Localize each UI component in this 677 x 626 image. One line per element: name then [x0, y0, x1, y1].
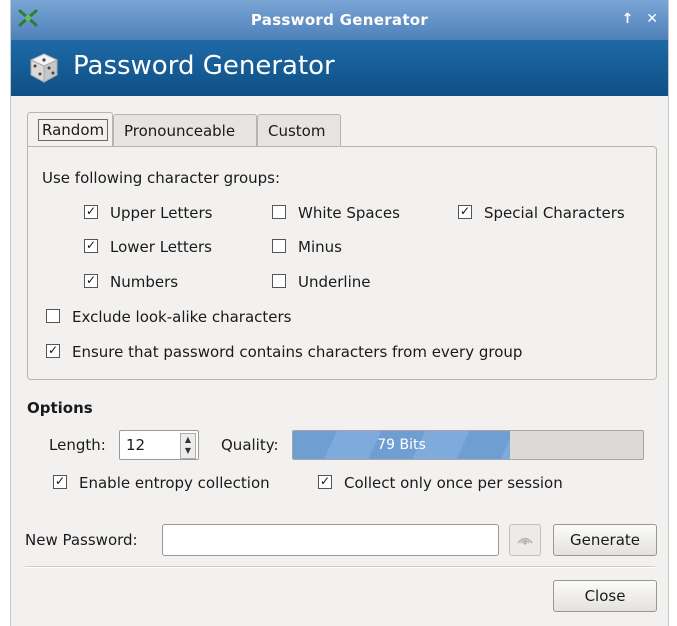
options-heading: Options [27, 399, 93, 417]
spin-arrows[interactable]: ▲ ▼ [180, 433, 196, 459]
collect-once-checkbox[interactable]: Collect only once per session [318, 474, 563, 492]
minus-label: Minus [298, 238, 342, 256]
dice-icon [29, 53, 59, 83]
window-title: Password Generator [250, 11, 429, 29]
special-characters-checkbox[interactable]: Special Characters [458, 204, 625, 222]
separator [25, 566, 655, 568]
spin-down-icon[interactable]: ▼ [181, 445, 195, 456]
quality-label: Quality: [221, 436, 279, 454]
upper-letters-label: Upper Letters [110, 204, 213, 222]
upper-letters-checkbox[interactable]: Upper Letters [84, 204, 212, 222]
underline-label: Underline [298, 273, 371, 291]
close-button[interactable]: Close [553, 580, 657, 612]
close-icon[interactable]: ✕ [646, 11, 658, 27]
random-tab-panel: Use following character groups: Upper Le… [27, 146, 657, 380]
show-password-button[interactable] [509, 524, 541, 556]
length-label: Length: [49, 436, 106, 454]
new-password-label: New Password: [25, 531, 138, 549]
banner-title: Password Generator [73, 51, 335, 81]
underline-checkbox[interactable]: Underline [272, 273, 370, 291]
generate-button[interactable]: Generate [553, 524, 657, 556]
length-spinbox[interactable]: 12 ▲ ▼ [119, 430, 199, 460]
ensure-every-group-label: Ensure that password contains characters… [72, 343, 523, 361]
tab-random[interactable]: Random [27, 112, 113, 148]
special-characters-label: Special Characters [484, 204, 625, 222]
title-bar[interactable]: Password Generator ↑ ✕ [11, 0, 668, 40]
length-value: 12 [126, 436, 146, 454]
numbers-label: Numbers [110, 273, 179, 291]
header-banner: Password Generator [11, 40, 668, 96]
quality-bar: 79 Bits [292, 430, 644, 460]
lower-letters-label: Lower Letters [110, 238, 212, 256]
lower-letters-checkbox[interactable]: Lower Letters [84, 238, 212, 256]
eye-icon [517, 537, 533, 545]
entropy-collection-checkbox[interactable]: Enable entropy collection [53, 474, 270, 492]
quality-text: 79 Bits [377, 437, 426, 453]
groups-heading: Use following character groups: [42, 169, 281, 187]
exclude-lookalike-checkbox[interactable]: Exclude look-alike characters [46, 308, 291, 326]
white-spaces-checkbox[interactable]: White Spaces [272, 204, 400, 222]
new-password-input[interactable] [162, 524, 499, 556]
white-spaces-label: White Spaces [298, 204, 400, 222]
exclude-lookalike-label: Exclude look-alike characters [72, 308, 292, 326]
minus-checkbox[interactable]: Minus [272, 238, 342, 256]
spin-up-icon[interactable]: ▲ [181, 434, 195, 445]
shade-icon[interactable]: ↑ [622, 11, 634, 27]
ensure-every-group-checkbox[interactable]: Ensure that password contains characters… [46, 343, 522, 361]
entropy-collection-label: Enable entropy collection [79, 474, 270, 492]
collect-once-label: Collect only once per session [344, 474, 563, 492]
tab-custom[interactable]: Custom [257, 114, 341, 146]
numbers-checkbox[interactable]: Numbers [84, 273, 178, 291]
password-generator-window: Password Generator ↑ ✕ Password Generato… [10, 0, 669, 626]
tab-pronounceable[interactable]: Pronounceable [113, 114, 257, 146]
